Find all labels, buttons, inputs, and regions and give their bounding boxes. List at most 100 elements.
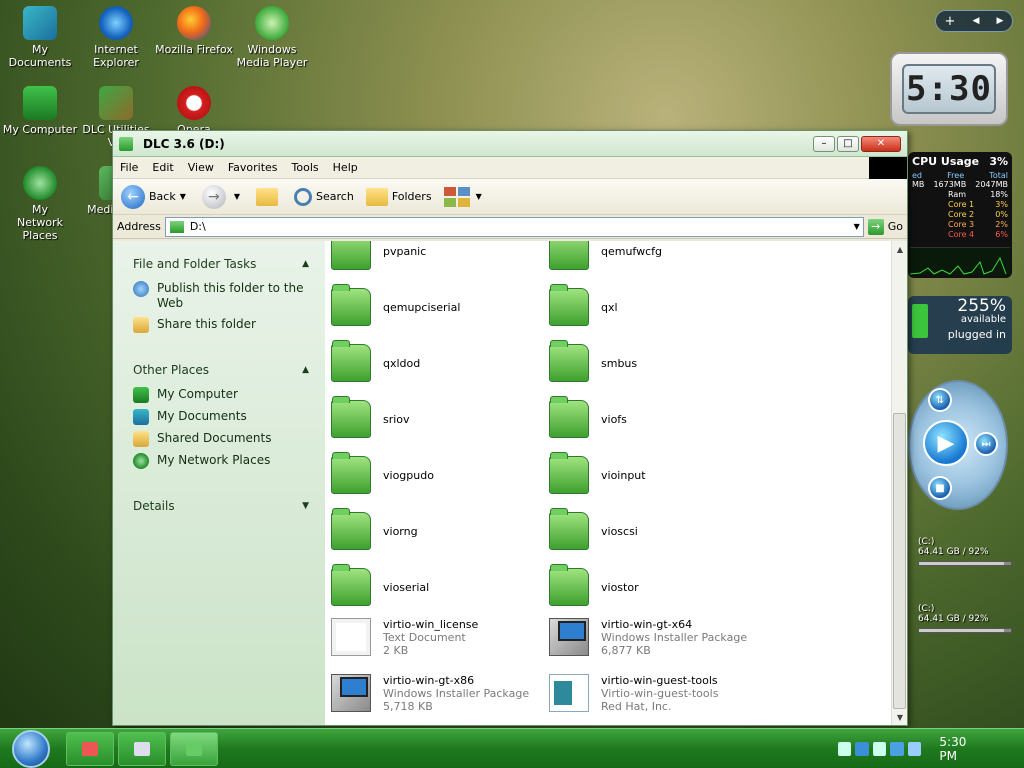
folders-button[interactable]: Folders (365, 187, 432, 206)
volume-icon[interactable] (872, 742, 887, 756)
other-places-my-computer[interactable]: My Computer (133, 387, 315, 403)
add-gadget-button[interactable]: + (945, 14, 956, 29)
folder-item[interactable]: vioscsi (549, 507, 759, 555)
taskbar-app-button[interactable] (118, 731, 166, 766)
place-label: My Documents (157, 409, 247, 423)
firefox-icon (177, 6, 211, 40)
clock-gadget: 5:30 (890, 52, 1008, 126)
network-icon[interactable] (838, 742, 852, 756)
file-name: virtio-win_license (383, 617, 479, 631)
expand-icon[interactable]: ▼ (302, 501, 309, 511)
shuffle-button[interactable]: ⇅ (928, 388, 952, 412)
folder-item[interactable]: viogpudo (331, 451, 541, 499)
file-folder-tasks-header[interactable]: File and Folder Tasks ▲ (133, 257, 315, 271)
share-folder-link[interactable]: Share this folder (133, 317, 315, 333)
menu-bar: File Edit View Favorites Tools Help (113, 157, 907, 179)
desktop-icon-my-documents[interactable]: My Documents (0, 6, 80, 69)
place-label: My Network Places (157, 453, 271, 467)
folder-item[interactable]: qxldod (331, 339, 541, 387)
close-button[interactable]: ✕ (861, 135, 901, 152)
other-places-header[interactable]: Other Places ▲ (133, 363, 315, 377)
file-text: virtio-win-gt-x64 Windows Installer Pack… (601, 618, 747, 657)
file-name: virtio-win-guest-tools (601, 673, 718, 687)
next-button[interactable]: ▶ (997, 16, 1004, 26)
folder-item[interactable]: viorng (331, 507, 541, 555)
start-button[interactable] (12, 729, 50, 768)
views-button[interactable]: ▼ (443, 186, 486, 207)
desktop-icon-my-computer[interactable]: My Computer (0, 86, 80, 136)
update-icon[interactable] (855, 742, 869, 756)
scroll-down-button[interactable]: ▼ (892, 709, 907, 725)
file-item[interactable]: virtio-win_license Text Document 2 KB (331, 613, 541, 661)
up-folder-button[interactable] (256, 187, 282, 206)
menu-file[interactable]: File (113, 161, 145, 174)
previous-button[interactable]: ◀ (973, 16, 980, 26)
other-places-shared-documents[interactable]: Shared Documents (133, 431, 315, 447)
folder-item[interactable]: qxl (549, 283, 759, 331)
taskbar-app-button[interactable] (66, 731, 114, 766)
folder-item[interactable]: qemufwcfg (549, 241, 759, 275)
scroll-up-button[interactable]: ▲ (892, 241, 907, 257)
folder-item[interactable]: viostor (549, 563, 759, 611)
folder-item[interactable]: viofs (549, 395, 759, 443)
forward-button[interactable]: → ▼ (201, 184, 244, 209)
next-track-button[interactable]: ⏭ (974, 432, 998, 456)
title-bar[interactable]: DLC 3.6 (D:) – □ ✕ (113, 131, 907, 157)
address-input[interactable]: D:\ ▼ (164, 216, 864, 237)
folder-item[interactable]: smbus (549, 339, 759, 387)
scroll-thumb[interactable] (893, 413, 906, 709)
file-size: 2 KB (383, 643, 409, 657)
other-places-my-documents[interactable]: My Documents (133, 409, 315, 425)
menu-favorites[interactable]: Favorites (221, 161, 285, 174)
file-name: qemufwcfg (601, 244, 663, 258)
other-places-my-network-places[interactable]: My Network Places (133, 453, 315, 469)
installer-package-icon (331, 674, 371, 712)
desktop-icon-my-network-places[interactable]: My Network Places (0, 166, 80, 242)
chevron-down-icon[interactable]: ▼ (854, 222, 860, 231)
folder-item[interactable]: vioinput (549, 451, 759, 499)
desktop-icon-internet-explorer[interactable]: Internet Explorer (76, 6, 156, 69)
my-documents-icon (133, 409, 149, 425)
up-folder-icon (256, 187, 279, 206)
vertical-scrollbar[interactable]: ▲ ▼ (891, 241, 907, 725)
folder-item[interactable]: qemupciserial (331, 283, 541, 331)
stop-button[interactable]: ■ (928, 476, 952, 500)
cpu-row-value: 3% (995, 200, 1008, 209)
search-button[interactable]: Search (294, 187, 354, 206)
file-name: vioserial (383, 580, 430, 594)
folder-item[interactable]: vioserial (331, 563, 541, 611)
battery-gadget: 255% available plugged in (908, 296, 1012, 354)
menu-view[interactable]: View (181, 161, 221, 174)
collapse-icon[interactable]: ▲ (302, 365, 309, 375)
cpu-row-name: Core 3 (948, 220, 975, 229)
clock[interactable]: 5:30 PM (939, 735, 986, 763)
taskbar-explorer-button[interactable] (170, 731, 218, 766)
folder-item[interactable]: sriov (331, 395, 541, 443)
folder-item[interactable]: pvpanic (331, 241, 541, 275)
desktop-icon-label: Internet Explorer (93, 43, 139, 69)
menu-edit[interactable]: Edit (145, 161, 180, 174)
tray-app-icon[interactable] (890, 742, 904, 756)
desktop-icon-opera[interactable]: Opera (154, 86, 234, 136)
chevron-down-icon[interactable]: ▼ (234, 192, 240, 201)
my-network-places-icon (133, 453, 149, 469)
chevron-down-icon: ▼ (475, 192, 482, 201)
minimize-button[interactable]: – (813, 135, 835, 152)
collapse-icon[interactable]: ▲ (302, 259, 309, 269)
menu-tools[interactable]: Tools (285, 161, 326, 174)
publish-folder-link[interactable]: Publish this folder to the Web (133, 281, 315, 311)
details-header[interactable]: Details ▼ (133, 499, 315, 513)
desktop-icon-windows-media-player[interactable]: Windows Media Player (232, 6, 312, 69)
file-item[interactable]: virtio-win-guest-tools Virtio-win-guest-… (549, 669, 759, 717)
file-item[interactable]: virtio-win-gt-x86 Windows Installer Pack… (331, 669, 541, 717)
desktop-icon-firefox[interactable]: Mozilla Firefox (154, 6, 234, 56)
maximize-button[interactable]: □ (837, 135, 859, 152)
battery-tray-icon[interactable] (907, 742, 922, 756)
menu-help[interactable]: Help (326, 161, 365, 174)
back-button[interactable]: ← Back ▼ (121, 184, 190, 209)
go-button[interactable]: → Go (867, 218, 903, 235)
play-button[interactable]: ▶ (923, 420, 969, 466)
chevron-down-icon[interactable]: ▼ (180, 192, 186, 201)
folder-icon (549, 452, 589, 494)
file-item[interactable]: virtio-win-gt-x64 Windows Installer Pack… (549, 613, 759, 661)
